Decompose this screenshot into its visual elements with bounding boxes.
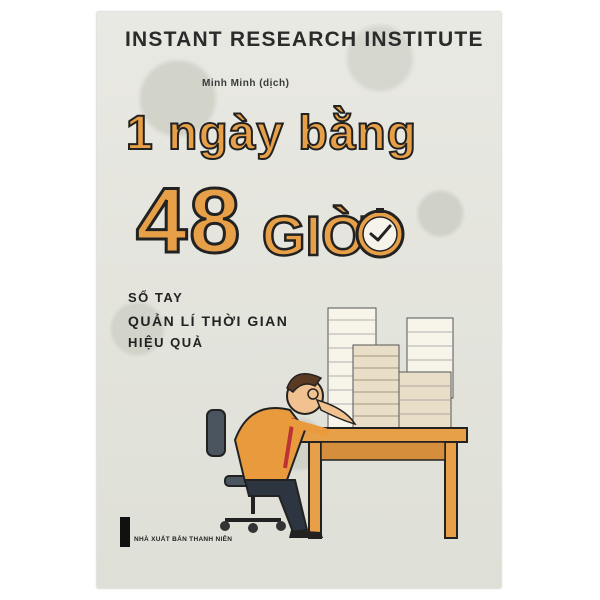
author-institute: INSTANT RESEARCH INSTITUTE [125,28,484,51]
title-line-1: 1 ngày bằng [125,106,418,161]
desk [298,427,468,539]
subtitle-line-1: SỔ TAY [128,290,184,305]
paper-stack-right [398,317,454,431]
title-number: 48 [134,170,243,272]
paper-stack-middle [352,344,400,431]
publisher-logo [120,517,130,547]
desk-illustration [206,307,468,539]
translator-credit: Minh Minh (dịch) [202,78,290,89]
clock-icon [355,208,405,259]
subtitle-line-3: HIỆU QUẢ [128,335,204,350]
title-word-hours: GIỜ [261,204,370,267]
publisher-name: NHÀ XUẤT BẢN THANH NIÊN [134,536,233,543]
